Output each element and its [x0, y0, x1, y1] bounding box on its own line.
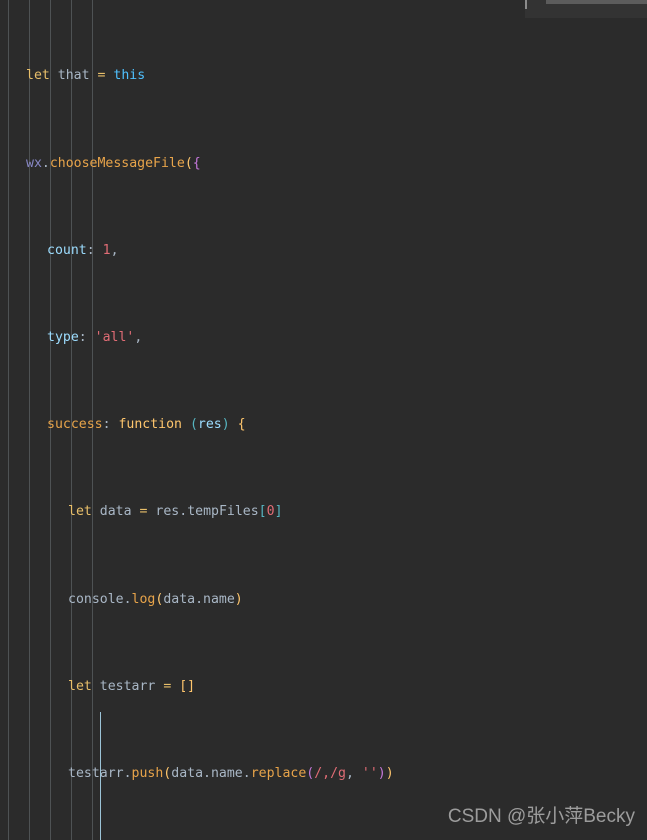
code-line[interactable]: count: 1, [0, 240, 647, 262]
code-content[interactable]: let that = this wx.chooseMessageFile({ c… [0, 0, 647, 840]
code-line[interactable]: console.log(data.name) [0, 589, 647, 611]
panel-divider [525, 0, 527, 9]
code-line[interactable]: type: 'all', [0, 327, 647, 349]
code-line[interactable]: success: function (res) { [0, 414, 647, 436]
code-line[interactable]: wx.chooseMessageFile({ [0, 153, 647, 175]
watermark: CSDN @张小萍Becky [447, 806, 635, 827]
code-line[interactable]: let that = this [0, 65, 647, 87]
horizontal-scrollbar[interactable] [546, 0, 647, 4]
code-line[interactable]: testarr.push(data.name.replace(/,/g, '')… [0, 763, 647, 785]
code-line[interactable]: let testarr = [] [0, 676, 647, 698]
bracket-match-rail [100, 712, 101, 840]
code-editor[interactable]: let that = this wx.chooseMessageFile({ c… [0, 0, 647, 840]
code-line[interactable]: let data = res.tempFiles[0] [0, 501, 647, 523]
